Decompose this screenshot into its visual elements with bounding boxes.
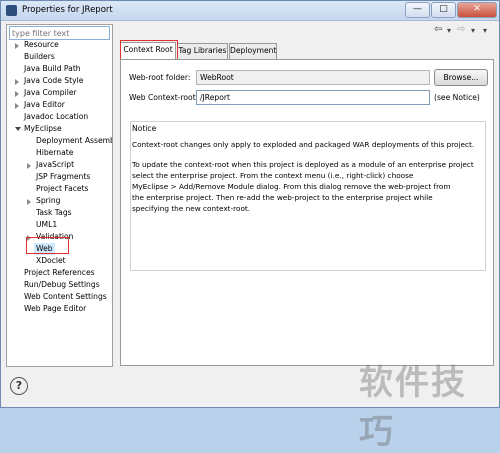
- expand-arrow-icon[interactable]: [15, 79, 19, 85]
- app-icon: [6, 5, 17, 16]
- webroot-label: Web-root folder:: [129, 73, 191, 82]
- tree-item-hibernate[interactable]: Hibernate: [36, 147, 73, 159]
- tree-item-spring[interactable]: Spring: [36, 195, 61, 207]
- tree-item-project-references[interactable]: Project References: [24, 267, 95, 279]
- filter-input[interactable]: [9, 26, 110, 40]
- tree-item-javadoc-location[interactable]: Javadoc Location: [24, 111, 88, 123]
- view-menu-icon[interactable]: ▾: [483, 26, 487, 35]
- context-root-panel: Web-root folder: WebRoot Browse... Web C…: [120, 59, 494, 366]
- expand-arrow-icon[interactable]: [15, 91, 19, 97]
- tree-item-java-code-style[interactable]: Java Code Style: [24, 75, 83, 87]
- expand-arrow-icon[interactable]: [15, 43, 19, 49]
- webroot-field: WebRoot: [196, 70, 430, 85]
- properties-dialog: Properties for JReport — □ ✕ ResourceBui…: [0, 0, 500, 452]
- tree-item-web-page-editor[interactable]: Web Page Editor: [24, 303, 86, 315]
- tree-item-java-editor[interactable]: Java Editor: [24, 99, 65, 111]
- tree-item-builders[interactable]: Builders: [24, 51, 55, 63]
- notice-paragraph-1: Context-root changes only apply to explo…: [132, 140, 475, 149]
- forward-dropdown-icon[interactable]: ▾: [471, 26, 475, 35]
- tree-item-javascript[interactable]: JavaScript: [36, 159, 74, 171]
- expand-arrow-icon[interactable]: [27, 163, 31, 169]
- tab-highlight: [120, 40, 178, 60]
- notice-title: Notice: [132, 124, 157, 133]
- tree-item-java-build-path[interactable]: Java Build Path: [24, 63, 81, 75]
- tree-item-jsp-fragments[interactable]: JSP Fragments: [36, 171, 90, 183]
- tree-item-myeclipse[interactable]: MyEclipse: [24, 123, 62, 135]
- tree-item-deployment-assembl[interactable]: Deployment Assembl: [36, 135, 112, 147]
- tree-item-xdoclet[interactable]: XDoclet: [36, 255, 66, 267]
- tree-item-java-compiler[interactable]: Java Compiler: [24, 87, 77, 99]
- tree-item-run-debug-settings[interactable]: Run/Debug Settings: [24, 279, 100, 291]
- tree-item-project-facets[interactable]: Project Facets: [36, 183, 89, 195]
- window-controls: — □ ✕: [405, 2, 497, 18]
- web-item-highlight: [26, 237, 69, 254]
- expand-arrow-icon[interactable]: [27, 199, 31, 205]
- forward-arrow-icon[interactable]: ⇨: [457, 24, 465, 35]
- watermark: 软件技巧: [359, 363, 467, 452]
- property-tree-pane: ResourceBuildersJava Build PathJava Code…: [6, 24, 113, 367]
- context-root-label: Web Context-root:: [129, 93, 199, 102]
- tree-item-resource[interactable]: Resource: [24, 39, 59, 51]
- back-arrow-icon[interactable]: ⇦: [434, 24, 442, 35]
- tab-deployment[interactable]: Deployment: [229, 43, 277, 59]
- tab-tag-libraries[interactable]: Tag Libraries: [177, 43, 228, 59]
- close-button[interactable]: ✕: [457, 2, 497, 18]
- expand-arrow-icon[interactable]: [15, 103, 19, 109]
- window-title: Properties for JReport: [22, 5, 113, 15]
- context-root-input[interactable]: /JReport: [196, 90, 430, 105]
- collapse-arrow-icon[interactable]: [15, 127, 21, 131]
- help-icon[interactable]: ?: [10, 377, 28, 395]
- back-dropdown-icon[interactable]: ▾: [447, 26, 451, 35]
- browse-button[interactable]: Browse...: [434, 69, 488, 86]
- notice-paragraph-2: To update the context-root when this pro…: [132, 160, 474, 213]
- tree-item-web-content-settings[interactable]: Web Content Settings: [24, 291, 107, 303]
- notice-group: Notice Context-root changes only apply t…: [130, 121, 486, 271]
- see-notice-label: (see Notice): [434, 93, 480, 102]
- tree-item-uml1[interactable]: UML1: [36, 219, 57, 231]
- minimize-button[interactable]: —: [405, 2, 430, 18]
- maximize-button[interactable]: □: [431, 2, 456, 18]
- title-bar[interactable]: Properties for JReport — □ ✕: [1, 1, 499, 21]
- tree-item-task-tags[interactable]: Task Tags: [36, 207, 72, 219]
